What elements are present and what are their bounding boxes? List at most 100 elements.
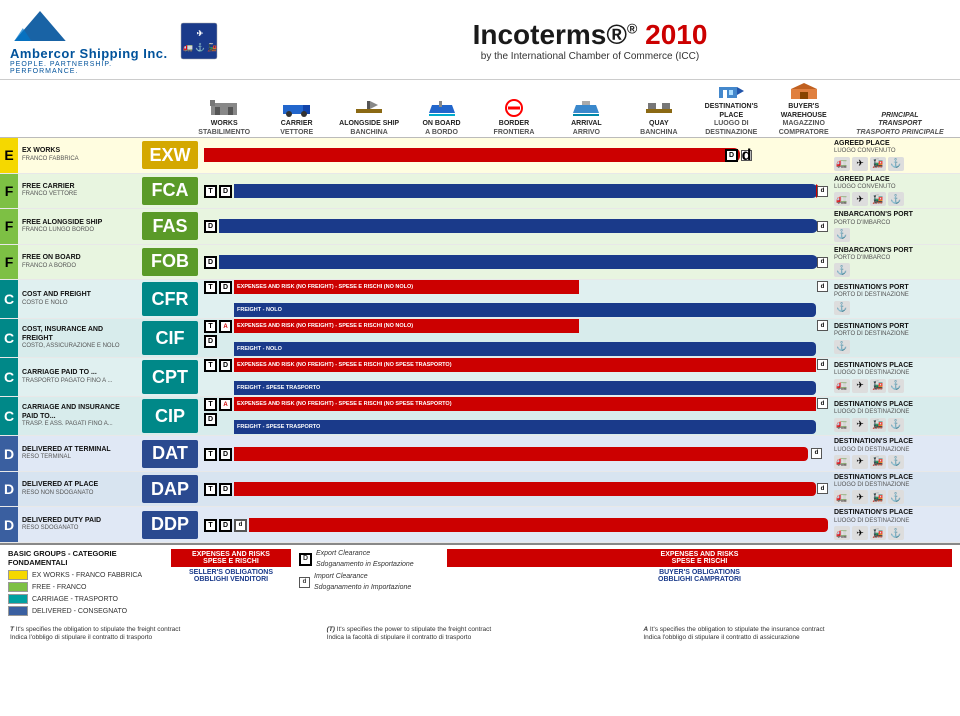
row-cif: C COST, INSURANCE AND FREIGHT COSTO, ASS… bbox=[0, 319, 960, 358]
col-alongside: ALONGSIDE SHIP BANCHINA bbox=[333, 99, 405, 137]
dat-d-badge: D bbox=[219, 448, 232, 461]
cpt-train-icon: 🚂 bbox=[870, 379, 886, 393]
col-transport: PRINCIPALTRANSPORT TRASPORTO PRINCIPALE bbox=[840, 112, 960, 137]
cip-a-badge: A bbox=[219, 398, 232, 411]
dat-truck-icon: 🚛 bbox=[834, 455, 850, 469]
fca-train-icon: 🚂 bbox=[870, 192, 886, 206]
cif-right: DESTINATION'S PORT PORTO DI DESTINAZIONE… bbox=[830, 321, 960, 356]
legend-delivered: DELIVERED - CONSEGNATO bbox=[8, 606, 163, 616]
clearance-legend: D Export ClearanceSdoganamento in Esport… bbox=[299, 549, 439, 618]
seller-expenses-label: EXPENSES AND RISKSSPESE E RISCHI bbox=[171, 549, 291, 567]
exw-transport-icons: 🚛 ✈ 🚂 ⚓ bbox=[834, 157, 956, 171]
d-export-icon: D bbox=[299, 553, 312, 566]
dap-plane-icon: ✈ bbox=[852, 490, 868, 504]
row-cfr: C COST AND FREIGHT COSTO E NOLO CFR T D … bbox=[0, 280, 960, 319]
group-e-label: E bbox=[0, 138, 18, 173]
destination-icon bbox=[716, 82, 746, 100]
legend-text-exw: EX WORKS - FRANCO FABBRICA bbox=[32, 572, 142, 579]
buyer-obligations: EXPENSES AND RISKSSPESE E RISCHI BUYER'S… bbox=[447, 549, 952, 618]
legend-area: BASIC GROUPS - CATEGORIE FONDAMENTALI EX… bbox=[0, 543, 960, 622]
dap-truck-icon: 🚛 bbox=[834, 490, 850, 504]
cfr-badge: CFR bbox=[142, 282, 198, 316]
group-f1-label: F bbox=[0, 174, 18, 209]
dap-t-badge: T bbox=[204, 483, 217, 496]
cif-d-badge: D bbox=[204, 335, 217, 348]
ddp-right: DESTINATION'S PLACE LUOGO DI DESTINAZION… bbox=[830, 507, 960, 542]
group-d1-label: D bbox=[0, 436, 18, 471]
cfr-transport-icons: ⚓ bbox=[834, 301, 956, 315]
fca-blue-bar bbox=[234, 184, 818, 198]
col-destination: DESTINATION'S PLACE LUOGO DI DESTINAZION… bbox=[695, 82, 767, 137]
dat-right: DESTINATION'S PLACE LUOGO DI DESTINAZION… bbox=[830, 436, 960, 471]
cfr-right: DESTINATION'S PORT PORTO DI DESTINAZIONE… bbox=[830, 282, 960, 317]
exw-d-small-badge: d bbox=[741, 150, 752, 161]
dock-icon bbox=[354, 99, 384, 117]
quay-icon bbox=[644, 99, 674, 117]
ship-icon bbox=[427, 99, 457, 117]
svg-text:⚓: ⚓ bbox=[195, 42, 205, 52]
dat-badge: DAT bbox=[142, 440, 198, 468]
fas-blue-bar bbox=[219, 219, 818, 233]
ddp-t-badge: T bbox=[204, 519, 217, 532]
exw-badge: EXW bbox=[142, 141, 198, 169]
cif-d-small: d bbox=[817, 320, 828, 331]
exw-truck-icon: 🚛 bbox=[834, 157, 850, 171]
cip-d-small: d bbox=[817, 398, 828, 409]
cip-chart: T A D EXPENSES AND RISK (NO FREIGHT) - S… bbox=[202, 397, 830, 435]
tagline: PEOPLE. PARTNERSHIP. PERFORMANCE. bbox=[10, 61, 170, 75]
svg-text:🚂: 🚂 bbox=[207, 42, 217, 52]
export-clearance-item: D Export ClearanceSdoganamento in Esport… bbox=[299, 549, 439, 570]
cfr-ship-icon: ⚓ bbox=[834, 301, 850, 315]
row-dat: D DELIVERED AT TERMINAL RESO TERMINAL DA… bbox=[0, 436, 960, 472]
cpt-ship-icon: ⚓ bbox=[888, 379, 904, 393]
fob-chart: D d bbox=[202, 247, 830, 277]
buyer-expenses-label: EXPENSES AND RISKSSPESE E RISCHI bbox=[447, 549, 952, 567]
group-c2-label: C bbox=[0, 319, 18, 357]
cfr-desc: COST AND FREIGHT COSTO E NOLO bbox=[18, 289, 138, 309]
incoterms-rows: E EX WORKS FRANCO FABBRICA EXW D d AGREE… bbox=[0, 138, 960, 543]
fob-ship-icon: ⚓ bbox=[834, 263, 850, 277]
legend-color-exw bbox=[8, 570, 28, 580]
fca-ship-icon: ⚓ bbox=[888, 192, 904, 206]
dap-red-bar bbox=[234, 482, 816, 496]
fca-right: AGREED PLACE LUOGO CONVENUTO 🚛 ✈ 🚂 ⚓ bbox=[830, 174, 960, 209]
dat-ship-icon: ⚓ bbox=[888, 455, 904, 469]
cif-badge: CIF bbox=[142, 321, 198, 355]
cpt-chart: T D EXPENSES AND RISK (NO FREIGHT) - SPE… bbox=[202, 358, 830, 396]
ddp-desc: DELIVERED DUTY PAID RESO SDOGANATO bbox=[18, 515, 138, 535]
fob-right: ENBARCATION'S PORT PORTO D'IMBARCO ⚓ bbox=[830, 245, 960, 280]
ddp-chart: T D d bbox=[202, 510, 830, 540]
buyer-oblig-label: BUYER'S OBLIGATIONSOBBLIGHI CAMPRATORI bbox=[447, 569, 952, 583]
exw-ship-icon: ⚓ bbox=[888, 157, 904, 171]
header: Ambercor Shipping Inc. PEOPLE. PARTNERSH… bbox=[0, 0, 960, 80]
cfr-t-badge: T bbox=[204, 281, 217, 294]
cpt-plane-icon: ✈ bbox=[852, 379, 868, 393]
cif-red-bar: EXPENSES AND RISK (NO FREIGHT) - SPESE E… bbox=[234, 319, 579, 333]
cpt-blue-bar: FREIGHT - SPESE TRASPORTO bbox=[234, 381, 816, 395]
dap-right: DESTINATION'S PLACE LUOGO DI DESTINAZION… bbox=[830, 472, 960, 507]
dat-desc: DELIVERED AT TERMINAL RESO TERMINAL bbox=[18, 444, 138, 464]
ddp-truck-icon: 🚛 bbox=[834, 526, 850, 540]
fca-badge: FCA bbox=[142, 177, 198, 205]
title-year: 2010 bbox=[645, 19, 707, 50]
fca-plane-icon: ✈ bbox=[852, 192, 868, 206]
fas-transport-icons: ⚓ bbox=[834, 228, 956, 242]
column-headers-row: WORKS STABILIMENTO CARRIER VETTORE ALONG… bbox=[0, 80, 960, 138]
legend-exw: EX WORKS - FRANCO FABBRICA bbox=[8, 570, 163, 580]
cip-badge: CIP bbox=[142, 399, 198, 433]
cfr-blue-bar: FREIGHT - NOLO bbox=[234, 303, 816, 317]
cif-blue-bar: FREIGHT - NOLO bbox=[234, 342, 816, 356]
import-clearance-item: d Import ClearanceSdoganamento in Import… bbox=[299, 572, 439, 593]
fob-blue-bar bbox=[219, 255, 818, 269]
dap-chart: T D d bbox=[202, 474, 830, 504]
dap-desc: DELIVERED AT PLACE RESO NON SDOGANATO bbox=[18, 479, 138, 499]
fas-badge: FAS bbox=[142, 212, 198, 240]
row-exw: E EX WORKS FRANCO FABBRICA EXW D d AGREE… bbox=[0, 138, 960, 174]
col-carrier: CARRIER VETTORE bbox=[260, 99, 332, 137]
cip-right: DESTINATION'S PLACE LUOGO DI DESTINAZION… bbox=[830, 399, 960, 434]
row-fas: F FREE ALONGSIDE SHIP FRANCO LUNGO BORDO… bbox=[0, 209, 960, 245]
incoterms-title: Incoterms®® 2010 by the International Ch… bbox=[230, 19, 950, 62]
ddp-train-icon: 🚂 bbox=[870, 526, 886, 540]
d-import-icon: d bbox=[299, 577, 310, 588]
ddp-badge: DDP bbox=[142, 511, 198, 539]
